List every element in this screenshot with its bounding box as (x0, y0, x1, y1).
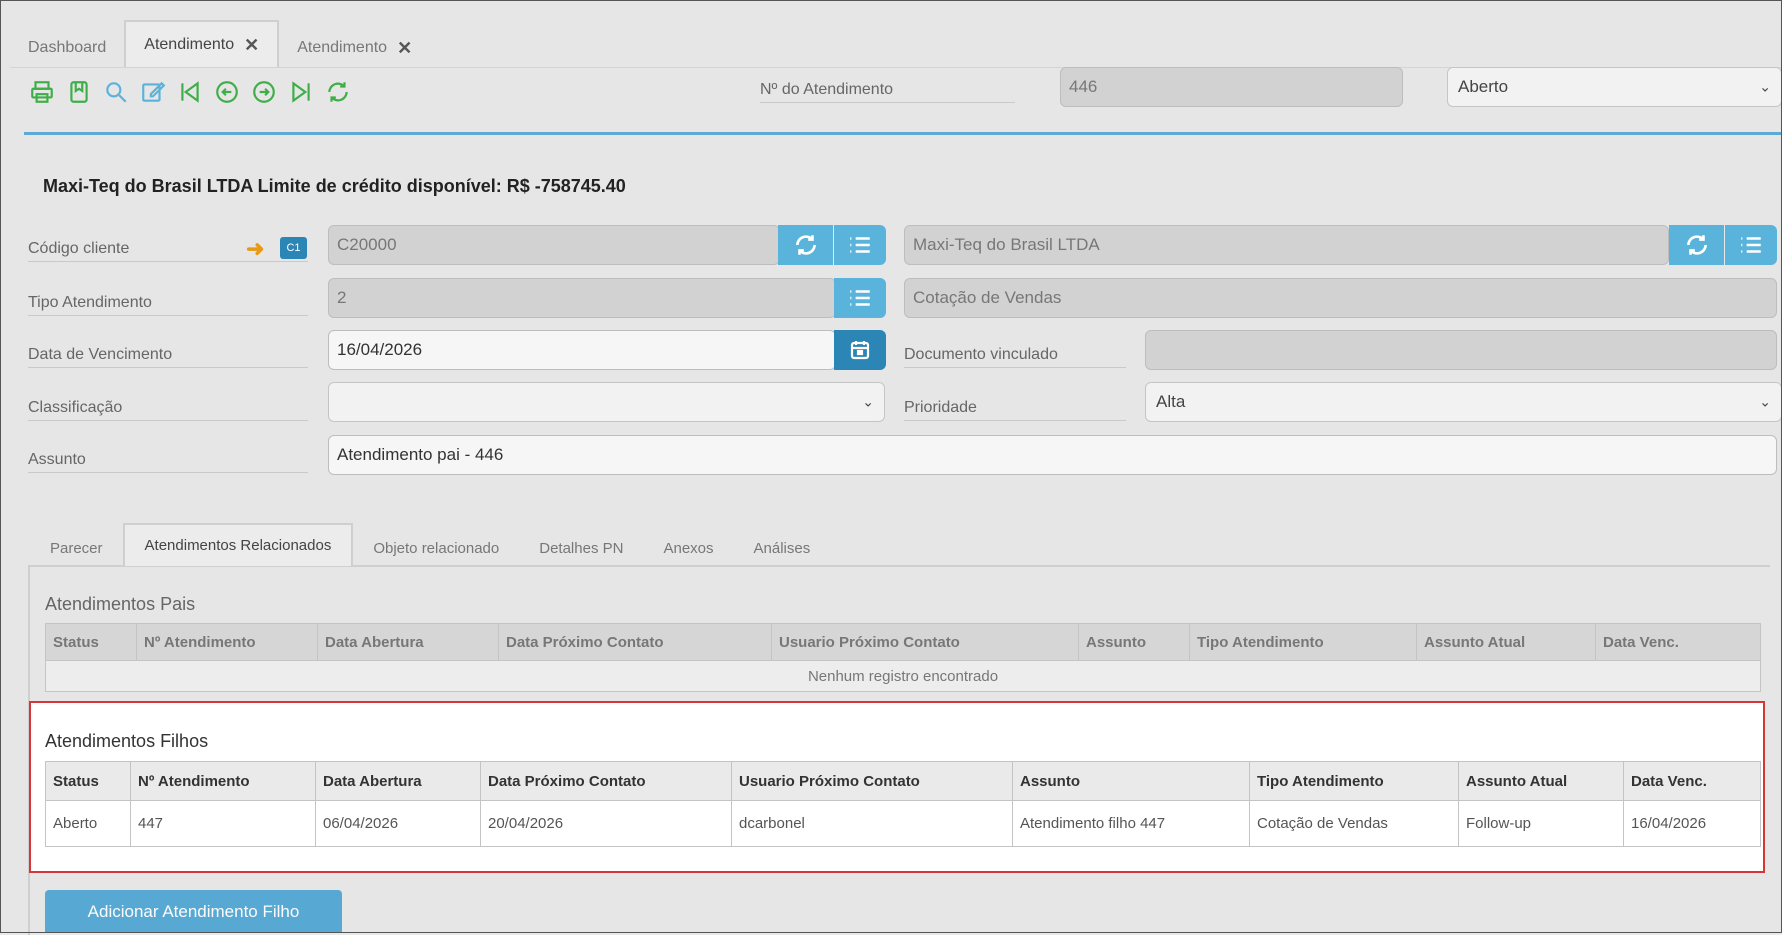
window-frame (0, 0, 1782, 933)
